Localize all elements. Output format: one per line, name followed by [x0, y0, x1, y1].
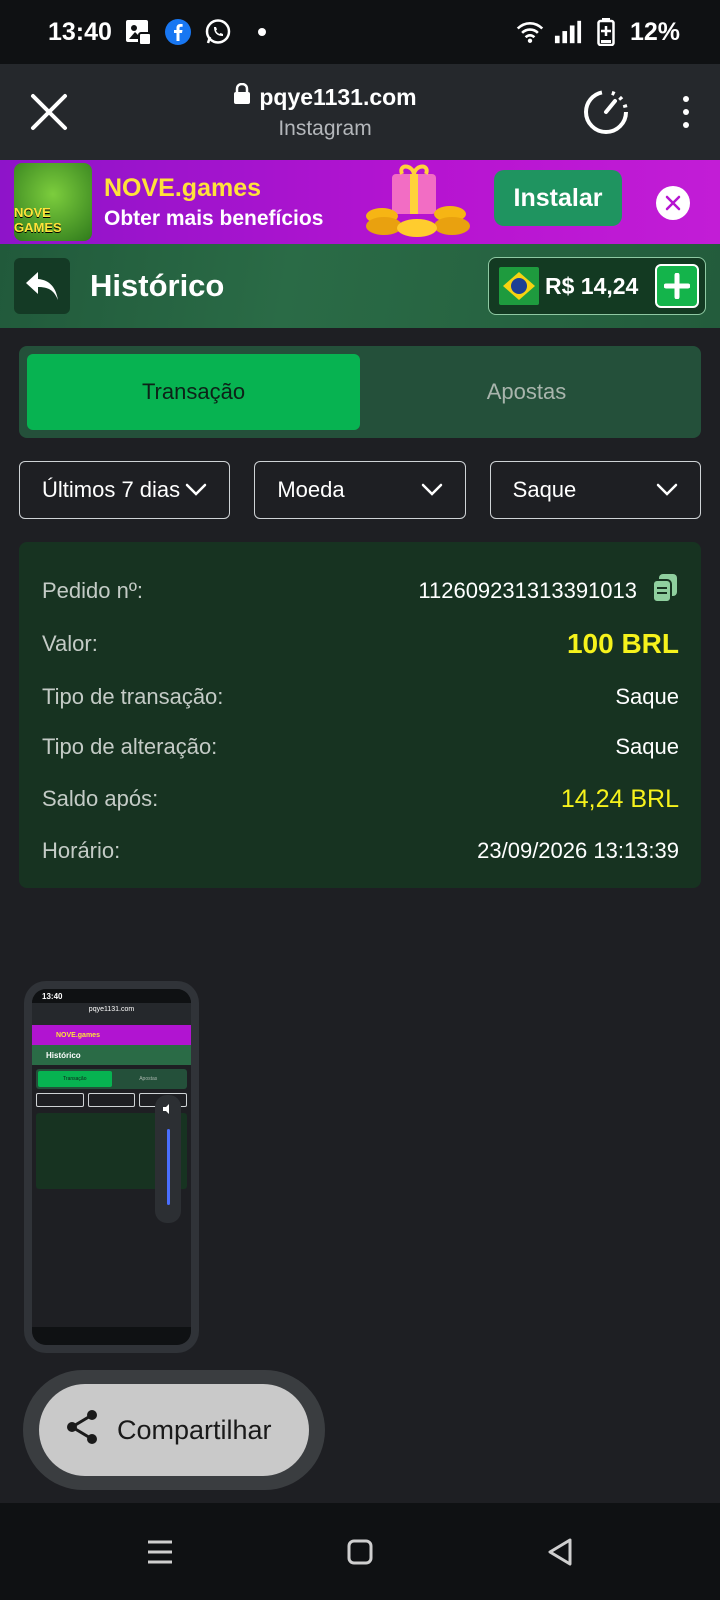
nove-games-logo: NOVE GAMES — [14, 163, 92, 241]
preview-volume-slider — [155, 1095, 181, 1223]
share-button[interactable]: Compartilhar — [39, 1384, 309, 1476]
speaker-icon — [163, 1104, 169, 1114]
close-promo-icon[interactable] — [656, 186, 690, 220]
facebook-icon — [164, 18, 192, 46]
amount-value: 100 BRL — [566, 628, 679, 659]
history-tabs: Transação Apostas — [19, 346, 701, 438]
home-icon[interactable] — [330, 1522, 390, 1582]
deposit-button[interactable] — [655, 264, 699, 308]
promo-title: NOVE.games — [104, 173, 262, 202]
promo-subtitle: Obter mais benefícios — [104, 206, 324, 230]
chevron-down-icon — [421, 483, 443, 497]
address-area[interactable]: pqye1131.com Instagram — [70, 82, 580, 141]
period-select[interactable]: Últimos 7 dias — [19, 461, 231, 519]
time-value: 23/09/2026 13:13:39 — [477, 838, 679, 863]
lock-icon — [233, 82, 251, 111]
time-label: Horário: — [42, 838, 121, 863]
promo-banner[interactable]: NOVE GAMES NOVE.games Obter mais benefíc… — [0, 160, 720, 244]
system-nav-bar — [0, 1503, 720, 1600]
more-options-icon[interactable] — [680, 96, 692, 128]
wifi-icon — [516, 18, 544, 46]
change-type-value: Saque — [615, 734, 679, 759]
preview-nav-bar — [32, 1327, 191, 1345]
tab-apostas[interactable]: Apostas — [360, 354, 693, 430]
balance-after-label: Saldo após: — [42, 786, 159, 811]
screenshot-preview[interactable]: 13:40 pqye1131.com NOVE.games Histórico … — [24, 981, 199, 1353]
chevron-down-icon — [656, 483, 678, 497]
share-icon — [65, 1409, 99, 1452]
balance-after-value: 14,24 BRL — [560, 784, 679, 813]
close-icon[interactable] — [28, 91, 70, 133]
status-time: 13:40 — [48, 17, 112, 46]
type-select-value: Saque — [512, 477, 577, 502]
change-type-label: Tipo de alteração: — [42, 734, 218, 759]
battery-percent: 12% — [629, 17, 680, 46]
filters: Últimos 7 dias Moeda Saque — [19, 461, 701, 519]
tx-type-label: Tipo de transação: — [42, 684, 224, 709]
preview-tabs: Transação Apostas — [36, 1069, 187, 1089]
timer-icon[interactable] — [580, 86, 632, 138]
install-button[interactable]: Instalar — [494, 170, 622, 226]
gallery-icon — [124, 18, 152, 46]
order-row: Pedido nº: 112609231313391013 — [42, 566, 679, 616]
tx-type-value: Saque — [615, 684, 679, 709]
order-label: Pedido nº: — [42, 578, 143, 603]
chevron-down-icon — [185, 483, 207, 497]
preview-browser-bar: pqye1131.com — [32, 1003, 191, 1025]
currency-select-value: Moeda — [277, 477, 345, 502]
period-select-value: Últimos 7 dias — [42, 477, 181, 502]
gift-coins-icon — [362, 164, 472, 240]
preview-status-bar: 13:40 — [32, 989, 191, 1003]
share-label: Compartilhar — [117, 1414, 272, 1445]
plus-icon — [664, 273, 690, 299]
preview-promo: NOVE.games — [32, 1025, 191, 1045]
tab-transacao[interactable]: Transação — [27, 354, 360, 430]
app-header: Histórico R$ 14,24 — [0, 244, 720, 328]
whatsapp-icon — [204, 18, 232, 46]
preview-header: Histórico — [32, 1045, 191, 1065]
back-nav-icon[interactable] — [530, 1522, 590, 1582]
browser-bar: pqye1131.com Instagram — [0, 64, 720, 160]
order-number: 112609231313391013 — [418, 578, 637, 603]
transaction-card: Pedido nº: 112609231313391013 Valor: 100… — [19, 542, 701, 888]
recent-apps-icon[interactable] — [130, 1522, 190, 1582]
currency-select[interactable]: Moeda — [254, 461, 466, 519]
time-row: Horário: 23/09/2026 13:13:39 — [42, 826, 679, 876]
back-button[interactable] — [14, 258, 70, 314]
page-title: Histórico — [90, 268, 225, 303]
notification-dot — [257, 28, 266, 36]
brazil-flag-icon — [499, 267, 539, 305]
tx-type-row: Tipo de transação: Saque — [42, 672, 679, 722]
page-url: pqye1131.com — [259, 83, 417, 110]
change-type-row: Tipo de alteração: Saque — [42, 722, 679, 772]
status-bar: 13:40 12% — [0, 0, 720, 64]
balance-after-row: Saldo após: 14,24 BRL — [42, 772, 679, 826]
type-select[interactable]: Saque — [489, 461, 701, 519]
back-arrow-icon — [26, 272, 58, 300]
balance-widget: R$ 14,24 — [488, 257, 706, 315]
share-container: Compartilhar — [23, 1370, 325, 1490]
signal-icon — [554, 18, 582, 46]
amount-row: Valor: 100 BRL — [42, 616, 679, 672]
referrer-app: Instagram — [278, 117, 372, 140]
battery-icon — [592, 18, 620, 46]
amount-label: Valor: — [42, 631, 98, 656]
balance-value: R$ 14,24 — [545, 272, 639, 299]
copy-icon[interactable] — [651, 573, 679, 609]
